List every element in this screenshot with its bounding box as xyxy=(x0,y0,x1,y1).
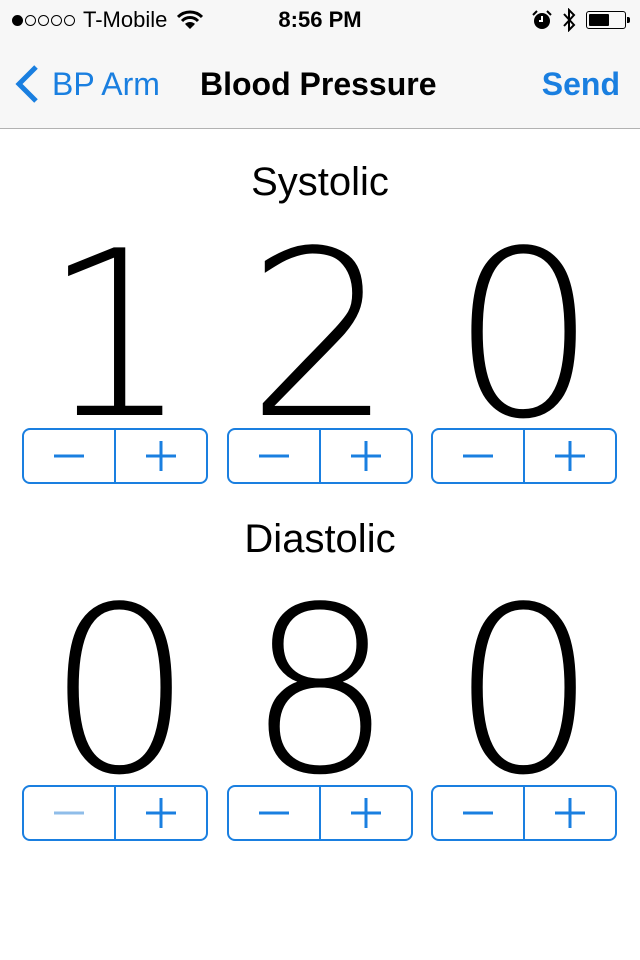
battery-fill xyxy=(589,14,610,26)
send-button[interactable]: Send xyxy=(542,66,620,103)
chevron-left-icon xyxy=(15,65,38,103)
navigation-bar: BP Arm Blood Pressure Send xyxy=(0,40,640,129)
diastolic-hundreds-stepper xyxy=(22,785,208,841)
minus-icon xyxy=(54,811,84,815)
bluetooth-icon xyxy=(563,8,576,32)
minus-icon xyxy=(463,811,493,815)
decrement-button[interactable] xyxy=(433,430,523,482)
battery-icon xyxy=(586,11,630,29)
systolic-ones-stepper xyxy=(431,428,617,484)
decrement-button[interactable] xyxy=(229,430,319,482)
plus-icon xyxy=(351,441,381,471)
plus-icon xyxy=(146,798,176,828)
diastolic-ones-digit: 0 xyxy=(450,559,598,826)
minus-icon xyxy=(463,454,493,458)
plus-icon xyxy=(351,798,381,828)
status-bar: T-Mobile 8:56 PM xyxy=(0,0,640,40)
diastolic-ones-stepper xyxy=(431,785,617,841)
systolic-ones-digit: 0 xyxy=(450,203,598,470)
systolic-label: Systolic xyxy=(251,160,389,204)
increment-button[interactable] xyxy=(319,430,411,482)
increment-button[interactable] xyxy=(319,787,411,839)
decrement-button-disabled[interactable] xyxy=(24,787,114,839)
increment-button[interactable] xyxy=(523,787,615,839)
plus-icon xyxy=(146,441,176,471)
minus-icon xyxy=(54,454,84,458)
minus-icon xyxy=(259,454,289,458)
back-button-label: BP Arm xyxy=(52,65,160,102)
increment-button[interactable] xyxy=(523,430,615,482)
increment-button[interactable] xyxy=(114,787,206,839)
decrement-button[interactable] xyxy=(229,787,319,839)
systolic-tens-stepper xyxy=(227,428,413,484)
diastolic-hundreds-digit: 0 xyxy=(46,559,194,826)
page-title: Blood Pressure xyxy=(200,66,437,102)
diastolic-tens-stepper xyxy=(227,785,413,841)
status-right xyxy=(532,8,630,32)
plus-icon xyxy=(555,441,585,471)
systolic-hundreds-stepper xyxy=(22,428,208,484)
decrement-button[interactable] xyxy=(24,430,114,482)
alarm-icon xyxy=(532,10,552,29)
systolic-hundreds-digit: 1 xyxy=(42,203,190,470)
back-button[interactable]: BP Arm xyxy=(14,64,160,104)
plus-icon xyxy=(555,798,585,828)
minus-icon xyxy=(259,811,289,815)
decrement-button[interactable] xyxy=(433,787,523,839)
systolic-tens-digit: 2 xyxy=(246,203,394,470)
increment-button[interactable] xyxy=(114,430,206,482)
diastolic-tens-digit: 8 xyxy=(246,559,394,826)
diastolic-label: Diastolic xyxy=(244,517,396,561)
